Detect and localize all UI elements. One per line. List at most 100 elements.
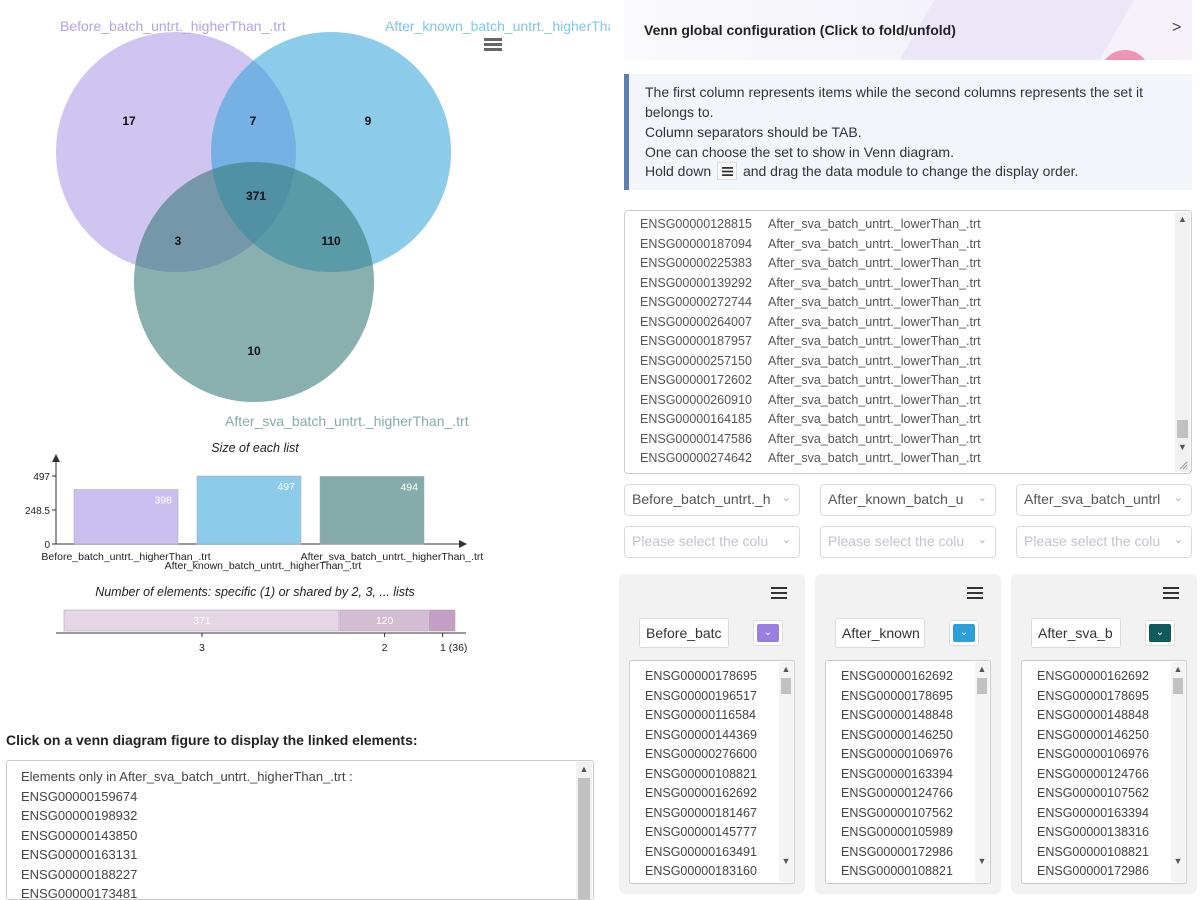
header-decoration-circle: [1100, 50, 1150, 60]
linked-elements-list: Elements only in After_sva_batch_untrt._…: [21, 767, 353, 899]
linked-elements-scrollbar[interactable]: ▲: [576, 762, 592, 899]
gene-list-item: ENSG00000162692: [841, 669, 953, 683]
column-select-1[interactable]: Please select the colu ⌄: [624, 526, 800, 558]
scroll-up-icon[interactable]: ▲: [975, 662, 989, 676]
gene-list-item: ENSG00000124766: [841, 786, 953, 800]
set-name-input[interactable]: After_known: [835, 618, 925, 648]
y-tick-label: 0: [44, 540, 50, 551]
linked-element-item: ENSG00000163131: [21, 847, 138, 862]
shared-tick-label: 1 (36): [440, 642, 467, 654]
column-select-2[interactable]: Please select the colu ⌄: [820, 526, 996, 558]
size-bar-value: 494: [400, 481, 418, 493]
scroll-thumb[interactable]: [1173, 678, 1183, 694]
scroll-down-icon[interactable]: ▼: [1175, 440, 1190, 454]
gene-list[interactable]: ENSG00000162692 ENSG00000178695 ENSG000001…: [1021, 660, 1187, 884]
config-header[interactable]: Venn global configuration (Click to fold…: [624, 0, 1192, 60]
scroll-thumb[interactable]: [977, 678, 987, 694]
shared-elements-chart: Number of elements: specific (1) or shar…: [56, 585, 467, 654]
data-scrollbar[interactable]: ▲ ▼: [1175, 212, 1190, 472]
column-select-3[interactable]: Please select the colu ⌄: [1016, 526, 1192, 558]
gene-list-scrollbar[interactable]: ▲ ▼: [1171, 662, 1185, 882]
venn-set-label-after-sva: After_sva_batch_untrt._higherThan_.trt: [225, 413, 469, 429]
data-textarea[interactable]: ENSG00000128815 After_sva_batch_untrt._lo…: [624, 210, 1192, 474]
data-row-set: After_sva_batch_untrt._lowerThan_.trt: [768, 334, 981, 348]
size-chart-title: Size of each list: [211, 441, 299, 455]
data-row-gene: ENSG00000274642: [640, 451, 752, 465]
set-card-3[interactable]: After_sva_b ⌄ ENSG00000162692 ENSG0000017…: [1011, 574, 1197, 894]
hamburger-menu-icon[interactable]: [484, 38, 502, 51]
data-row: ENSG00000272744 After_sva_batch_untrt._lo…: [640, 295, 981, 309]
venn-count-bc[interactable]: 110: [321, 234, 341, 248]
size-bar-value: 497: [277, 481, 295, 493]
drag-menu-icon[interactable]: [967, 587, 983, 599]
set-name-input[interactable]: After_sva_b: [1031, 618, 1121, 648]
resize-grip-icon[interactable]: [1178, 460, 1188, 470]
chevron-down-icon[interactable]: ⌄: [953, 624, 975, 642]
venn-count-b[interactable]: 9: [365, 114, 372, 128]
set-name-input[interactable]: Before_batc: [639, 618, 729, 648]
data-row-set: After_sva_batch_untrt._lowerThan_.trt: [768, 392, 981, 407]
scroll-down-icon[interactable]: ▼: [779, 854, 793, 868]
color-picker[interactable]: ⌄: [753, 620, 783, 646]
chevron-down-icon: ⌄: [781, 492, 791, 504]
info-line-1: The first column represents items while …: [645, 84, 1143, 100]
set-select-3[interactable]: After_sva_batch_untrl ⌄: [1016, 484, 1192, 516]
drag-handle-icon: [717, 162, 738, 181]
set-select-2[interactable]: After_known_batch_u ⌄: [820, 484, 996, 516]
color-picker[interactable]: ⌄: [949, 620, 979, 646]
gene-list-item: ENSG00000105989: [841, 825, 953, 839]
data-row-set: After_sva_batch_untrt._lowerThan_.trt: [768, 314, 981, 329]
set-select-1[interactable]: Before_batch_untrt._h ⌄: [624, 484, 800, 516]
config-title[interactable]: Venn global configuration (Click to fold…: [644, 22, 956, 38]
scroll-up-icon[interactable]: ▲: [576, 762, 592, 776]
color-picker[interactable]: ⌄: [1145, 620, 1175, 646]
gene-list-item: ENSG00000108821: [841, 864, 953, 878]
venn-count-c[interactable]: 10: [247, 344, 261, 358]
gene-list-item: ENSG00000116584: [645, 708, 756, 722]
gene-list-item: ENSG00000106976: [841, 747, 953, 761]
chevron-down-icon[interactable]: ⌄: [757, 624, 779, 642]
shared-bar[interactable]: [428, 609, 456, 632]
data-row: ENSG00000257150 After_sva_batch_untrt._lo…: [640, 354, 981, 368]
info-line-5-pre: Hold down: [645, 163, 712, 179]
y-axis-arrow-icon: [52, 454, 60, 462]
scroll-up-icon[interactable]: ▲: [1175, 212, 1190, 226]
data-row-gene: ENSG00000147586: [640, 431, 752, 446]
data-row-gene: ENSG00000139292: [640, 275, 752, 290]
gene-list-scrollbar[interactable]: ▲ ▼: [779, 662, 793, 882]
scroll-up-icon[interactable]: ▲: [1171, 662, 1185, 676]
venn-count-ac[interactable]: 3: [175, 234, 182, 248]
linked-element-item: ENSG00000198932: [21, 808, 138, 823]
info-line-2: belongs to.: [645, 104, 714, 120]
set-card-2[interactable]: After_known ⌄ ENSG00000162692 ENSG0000017…: [815, 574, 1001, 894]
linked-element-item: ENSG00000143850: [21, 827, 138, 843]
gene-list[interactable]: ENSG00000162692 ENSG00000178695 ENSG000001…: [825, 660, 991, 884]
drag-menu-icon[interactable]: [1163, 587, 1179, 599]
linked-elements-box[interactable]: Elements only in After_sva_batch_untrt._…: [6, 760, 594, 900]
info-line-5: Hold down and drag the data module to ch…: [645, 162, 1078, 181]
data-row-set: After_sva_batch_untrt._lowerThan_.trt: [768, 412, 981, 426]
gene-list-item: ENSG00000163491: [645, 844, 757, 859]
drag-menu-icon[interactable]: [771, 587, 787, 599]
chevron-down-icon[interactable]: ⌄: [1149, 624, 1171, 642]
data-row-set: After_sva_batch_untrt._lowerThan_.trt: [768, 236, 981, 251]
scroll-up-icon[interactable]: ▲: [779, 662, 793, 676]
venn-count-abc[interactable]: 371: [246, 189, 266, 203]
chevron-right-icon[interactable]: >: [1172, 19, 1181, 37]
venn-set-label-after-known: After_known_batch_untrt._higherThan_.trt: [385, 18, 610, 34]
gene-list-scrollbar[interactable]: ▲ ▼: [975, 662, 989, 882]
scroll-thumb[interactable]: [578, 778, 590, 899]
scroll-down-icon[interactable]: ▼: [1171, 854, 1185, 868]
scroll-thumb[interactable]: [781, 678, 791, 694]
set-card-1[interactable]: Before_batc ⌄ ENSG00000178695 ENSG0000019…: [619, 574, 805, 894]
venn-count-ab[interactable]: 7: [250, 114, 257, 128]
scroll-thumb[interactable]: [1177, 420, 1188, 438]
venn-count-a[interactable]: 17: [122, 114, 136, 128]
chevron-down-icon: ⌄: [977, 492, 987, 504]
scroll-down-icon[interactable]: ▼: [975, 854, 989, 868]
gene-list-item: ENSG00000181467: [645, 805, 757, 820]
shared-chart-bars: 371 3 120 2 1 (36): [56, 609, 467, 654]
y-tick-label: 497: [33, 472, 50, 483]
gene-list[interactable]: ENSG00000178695 ENSG00000196517 ENSG000001…: [629, 660, 795, 884]
gene-list-items: ENSG00000178695 ENSG00000196517 ENSG000001…: [645, 667, 757, 882]
